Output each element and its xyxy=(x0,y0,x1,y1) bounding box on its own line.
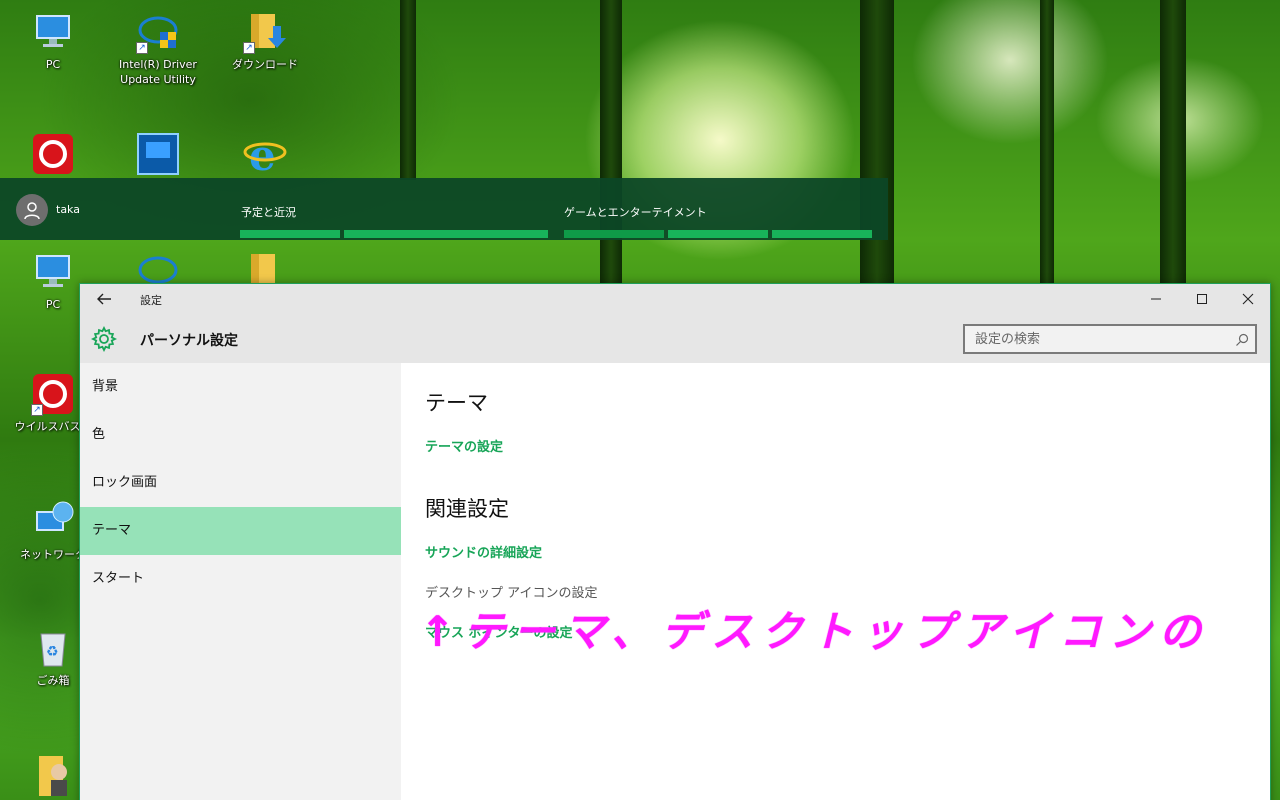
tile[interactable] xyxy=(668,230,768,238)
section-title-related: 関連設定 xyxy=(425,497,509,521)
desktop-icon-intel-app[interactable] xyxy=(118,132,198,176)
sidebar-item-lock-screen[interactable]: ロック画面 xyxy=(80,459,401,507)
start-menu-strip: taka 予定と近況 ゲームとエンターテイメント xyxy=(0,178,888,240)
minimize-icon xyxy=(1151,298,1161,300)
section-title-theme: テーマ xyxy=(425,391,488,415)
download-folder-icon: ↗ xyxy=(243,10,287,54)
desktop-icon-download[interactable]: ↗ ダウンロード xyxy=(225,10,305,72)
search-icon[interactable] xyxy=(1235,332,1249,346)
close-button[interactable] xyxy=(1225,284,1271,314)
trend-micro-icon xyxy=(31,132,75,176)
network-icon xyxy=(31,500,75,544)
internet-explorer-icon: e xyxy=(243,131,287,180)
recycle-bin-icon: ♻ xyxy=(31,626,75,670)
desktop-icon-pc[interactable]: PC xyxy=(13,10,93,72)
settings-sidebar: 背景 色 ロック画面 テーマ スタート xyxy=(80,363,401,800)
minimize-button[interactable] xyxy=(1133,284,1179,314)
search-box[interactable] xyxy=(963,324,1257,354)
svg-text:e: e xyxy=(249,132,276,176)
desktop-icon-label: ダウンロード xyxy=(232,58,298,71)
sound-settings-link[interactable]: サウンドの詳細設定 xyxy=(425,542,542,561)
window-title: 設定 xyxy=(140,294,162,307)
tile[interactable] xyxy=(344,230,548,238)
settings-header: パーソナル設定 xyxy=(80,314,1270,363)
title-bar: 設定 xyxy=(80,284,1270,314)
monitor-icon xyxy=(31,10,75,54)
desktop-icon-virus-buster-top[interactable] xyxy=(13,132,93,176)
user-avatar-icon[interactable] xyxy=(16,194,48,226)
desktop-icon-label: PC xyxy=(45,58,61,71)
settings-window: 設定 パーソナル設定 背景 色 xyxy=(79,283,1271,800)
shortcut-arrow-icon: ↗ xyxy=(136,42,148,54)
tree-trunk xyxy=(1160,0,1186,300)
page-title: パーソナル設定 xyxy=(140,333,238,349)
gear-icon xyxy=(90,325,118,353)
close-icon xyxy=(1242,293,1254,305)
monitor-icon xyxy=(31,250,75,294)
desktop-icon-intel-driver[interactable]: ↗ Intel(R) Driver Update Utility xyxy=(118,10,198,87)
user-name[interactable]: taka xyxy=(56,203,80,216)
svg-text:♻: ♻ xyxy=(46,644,59,660)
sidebar-item-color[interactable]: 色 xyxy=(80,411,401,459)
settings-content: テーマ テーマの設定 関連設定 サウンドの詳細設定 デスクトップ アイコンの設定… xyxy=(401,363,1270,800)
shortcut-arrow-icon: ↗ xyxy=(243,42,255,54)
user-folder-icon xyxy=(31,752,75,796)
shortcut-arrow-icon: ↗ xyxy=(31,404,43,416)
intel-driver-icon: ↗ xyxy=(136,10,180,54)
desktop-icon-ie[interactable]: e xyxy=(225,131,305,180)
annotation-overlay: ↑テーマ、デスクトップアイコンの xyxy=(420,607,1209,656)
maximize-icon xyxy=(1197,294,1207,304)
tree-trunk xyxy=(600,0,622,290)
tile-group-schedule: 予定と近況 xyxy=(241,206,296,219)
tile[interactable] xyxy=(240,230,340,238)
tile[interactable] xyxy=(772,230,872,238)
theme-settings-link[interactable]: テーマの設定 xyxy=(425,436,503,455)
tree-trunk xyxy=(400,0,416,180)
back-arrow-icon[interactable] xyxy=(94,290,114,308)
sidebar-item-start[interactable]: スタート xyxy=(80,555,401,603)
sidebar-item-theme[interactable]: テーマ xyxy=(80,507,401,555)
intel-app-icon xyxy=(136,132,180,176)
tile[interactable] xyxy=(564,230,664,238)
tile-group-games: ゲームとエンターテイメント xyxy=(564,206,707,219)
tree-trunk xyxy=(1040,0,1054,290)
search-input[interactable] xyxy=(965,326,1225,352)
desktop-icon-label: Intel(R) Driver Update Utility xyxy=(119,58,197,86)
maximize-button[interactable] xyxy=(1179,284,1225,314)
sidebar-item-background[interactable]: 背景 xyxy=(80,363,401,411)
trend-micro-icon: ↗ xyxy=(31,372,75,416)
